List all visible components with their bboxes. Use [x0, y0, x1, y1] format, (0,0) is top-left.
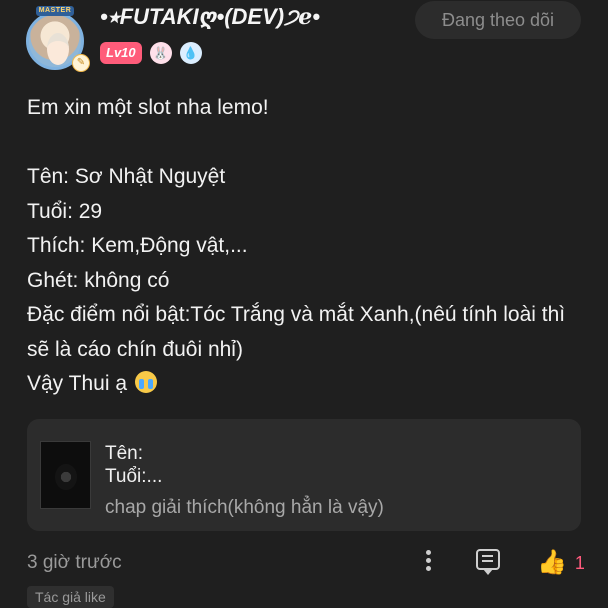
- level-badge: Lv10: [100, 42, 142, 64]
- thumbs-up-icon: 👍: [537, 549, 567, 576]
- post-line: Đặc điểm nổi bật:Tóc Trắng và mắt Xanh,(…: [27, 303, 566, 361]
- post-line: Thích: Kem,Động vật,...: [27, 234, 248, 257]
- post-timestamp: 3 giờ trước: [27, 552, 122, 573]
- post-line: Tuổi: 29: [27, 199, 103, 223]
- more-vertical-icon[interactable]: [421, 548, 435, 576]
- post-header: MASTER ✎ •⭒FUTAKIღ•(DEV)੭ℯ• Lv10 🐰 💧 Đan…: [0, 0, 608, 80]
- comment-icon[interactable]: [476, 549, 500, 575]
- post-footer: 3 giờ trước 👍 1: [0, 542, 608, 582]
- following-button[interactable]: Đang theo dõi: [415, 1, 581, 39]
- quoted-line: Tên:: [105, 443, 144, 464]
- post-line: Tên: Sơ Nhật Nguyệt: [27, 165, 226, 188]
- avatar-frame-decoration-icon: ✎: [72, 54, 90, 72]
- quoted-post-thumbnail: [40, 441, 91, 509]
- quoted-title: chap giải thích(không hẳn là vậy): [105, 497, 384, 518]
- like-button[interactable]: 👍 1: [537, 548, 585, 578]
- post-line: Vậy Thui ạ: [27, 372, 128, 395]
- avatar-frame-badge: MASTER: [36, 6, 74, 16]
- author-liked-tag: Tác giả like: [27, 586, 114, 608]
- post-last-line: Vậy Thui ạ: [27, 367, 587, 402]
- username[interactable]: •⭒FUTAKIღ•(DEV)੭ℯ•: [100, 4, 320, 30]
- quoted-post-card[interactable]: Tên: Tuổi:... chap giải thích(không hẳn …: [27, 419, 581, 531]
- post-line: Em xin một slot nha lemo!: [27, 96, 269, 119]
- water-drop-badge-icon: 💧: [179, 42, 202, 64]
- avatar[interactable]: MASTER ✎: [22, 6, 90, 72]
- like-count: 1: [574, 552, 585, 573]
- rabbit-badge-icon: 🐰: [149, 42, 172, 64]
- post-content: Em xin một slot nha lemo! Tên: Sơ Nhật N…: [27, 91, 587, 402]
- user-badges: Lv10 🐰 💧: [100, 40, 202, 66]
- post-line: Ghét: không có: [27, 268, 170, 292]
- quoted-line: Tuổi:...: [105, 466, 163, 487]
- crying-emoji-icon: [134, 371, 157, 393]
